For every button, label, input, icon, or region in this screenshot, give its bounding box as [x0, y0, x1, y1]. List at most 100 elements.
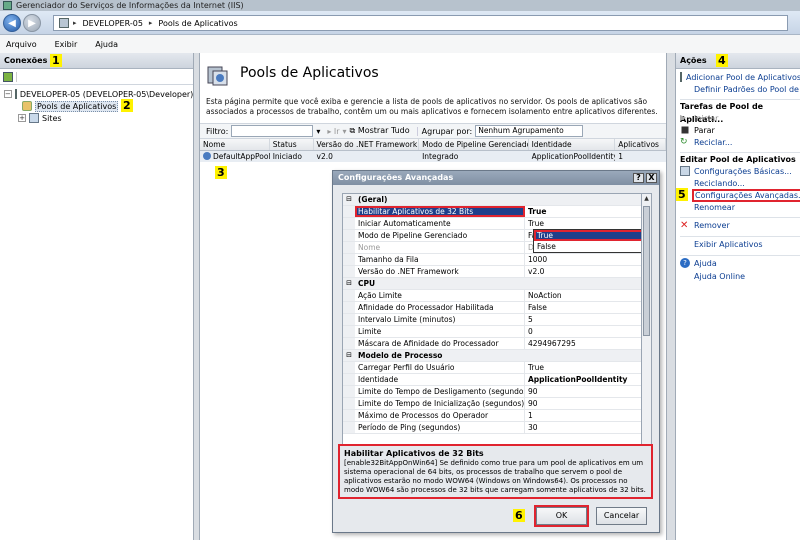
dialog-title: Configurações Avançadas [338, 173, 454, 182]
action-help-online[interactable]: Ajuda Online [680, 270, 800, 282]
expand-icon[interactable]: + [18, 114, 26, 122]
menu-ajuda[interactable]: Ajuda [93, 40, 120, 49]
back-button[interactable]: ◀ [3, 14, 21, 32]
col-status[interactable]: Status [270, 139, 314, 150]
col-pipeline[interactable]: Modo de Pipeline Gerenciado [419, 139, 529, 150]
property-row[interactable]: Máscara de Afinidade do Processador 42949… [343, 338, 641, 350]
dialog-titlebar: Configurações Avançadas ? X [333, 171, 659, 185]
action-start[interactable]: ▶ Iniciar [680, 112, 800, 124]
property-value[interactable]: v2.0 [525, 266, 641, 277]
property-row[interactable]: Limite do Tempo de Inicialização (segund… [343, 398, 641, 410]
scroll-up-icon[interactable]: ▲ [642, 194, 651, 204]
row-gutter [343, 398, 355, 409]
collapse-icon[interactable]: ⊟ [343, 278, 355, 289]
action-set-defaults[interactable]: Definir Padrões do Pool de Aplic... [680, 83, 800, 95]
property-row[interactable]: Identidade ApplicationPoolIdentity [343, 374, 641, 386]
connect-icon[interactable] [3, 71, 13, 82]
col-identity[interactable]: Identidade [529, 139, 616, 150]
property-category[interactable]: ⊟ (Geral) [343, 194, 641, 206]
property-category[interactable]: ⊟ CPU [343, 278, 641, 290]
go-button[interactable]: ▸ Ir [327, 127, 339, 136]
property-row[interactable]: Habilitar Aplicativos de 32 Bits True [343, 206, 641, 218]
dialog-close-button[interactable]: X [646, 173, 657, 183]
property-value[interactable]: 5 [525, 314, 641, 325]
ok-button[interactable]: OK [534, 505, 589, 527]
action-view-apps[interactable]: Exibir Aplicativos [680, 236, 800, 251]
property-row[interactable]: Limite 0 [343, 326, 641, 338]
property-value[interactable]: ApplicationPoolIdentity [525, 374, 641, 385]
action-help[interactable]: ? Ajuda [680, 255, 800, 270]
property-row[interactable]: Limite do Tempo de Desligamento (segundo… [343, 386, 641, 398]
menu-exibir[interactable]: Exibir [53, 40, 80, 49]
collapse-icon[interactable]: ⊟ [343, 350, 355, 361]
property-name: Iniciar Automaticamente [355, 218, 525, 229]
property-value[interactable]: 90 [525, 386, 641, 397]
page-title: Pools de Aplicativos [240, 65, 379, 81]
property-row[interactable]: Versão do .NET Framework v2.0 [343, 266, 641, 278]
go-dropdown-icon[interactable]: ▾ [343, 127, 347, 136]
breadcrumb-server[interactable]: DEVELOPER-05 [83, 19, 143, 28]
property-value[interactable]: 90 [525, 398, 641, 409]
col-apps[interactable]: Aplicativos [615, 139, 666, 150]
action-basic-settings[interactable]: Configurações Básicas... [680, 165, 800, 177]
property-value[interactable]: NoAction [525, 290, 641, 301]
tree-node-sites[interactable]: + Sites [4, 112, 193, 124]
property-value[interactable]: True [525, 206, 641, 217]
property-grid-scrollbar[interactable]: ▲ ▼ [642, 193, 652, 461]
action-rename[interactable]: Renomear [680, 201, 800, 213]
address-bar[interactable]: ▸ DEVELOPER-05 ▸ Pools de Aplicativos [53, 15, 788, 31]
action-recycle[interactable]: ↻ Reciclar... [680, 136, 800, 148]
actions-header: Ações 4 [676, 53, 800, 69]
filter-dropdown-icon[interactable]: ▾ [316, 127, 324, 136]
tree-pools-label: Pools de Aplicativos [35, 100, 119, 112]
action-advanced-settings[interactable]: Configurações Avançadas... 5 [676, 188, 800, 202]
action-add-pool[interactable]: Adicionar Pool de Aplicativos... [680, 71, 800, 83]
property-category[interactable]: ⊟ Modelo de Processo [343, 350, 641, 362]
help-icon: ? [680, 258, 690, 268]
property-row[interactable]: Máximo de Processos do Operador 1 [343, 410, 641, 422]
step-badge-2: 2 [121, 99, 133, 112]
breadcrumb-pools[interactable]: Pools de Aplicativos [158, 19, 237, 28]
cell-identity: ApplicationPoolIdentity [531, 152, 616, 161]
action-remove[interactable]: ✕ Remover [680, 217, 800, 232]
tree-node-pools[interactable]: Pools de Aplicativos 2 [4, 99, 193, 112]
collapse-icon[interactable]: − [4, 90, 12, 98]
property-row[interactable]: Afinidade do Processador Habilitada False [343, 302, 641, 314]
row-gutter [343, 374, 355, 385]
property-row[interactable]: Ação Limite NoAction [343, 290, 641, 302]
scroll-thumb[interactable] [643, 206, 650, 336]
property-name: Carregar Perfil do Usuário [355, 362, 525, 373]
property-value[interactable]: True [525, 218, 641, 229]
filter-input[interactable] [231, 125, 314, 137]
action-stop[interactable]: Parar [680, 124, 800, 136]
row-gutter [343, 242, 355, 253]
dialog-help-button[interactable]: ? [633, 173, 644, 183]
forward-button[interactable]: ▶ [23, 14, 41, 32]
show-all-button[interactable]: ⧉ Mostrar Tudo [350, 126, 410, 136]
property-row[interactable]: Tamanho da Fila 1000 [343, 254, 641, 266]
property-row[interactable]: Intervalo Limite (minutos) 5 [343, 314, 641, 326]
action-recycling[interactable]: Reciclando... [680, 177, 800, 189]
property-row[interactable]: Carregar Perfil do Usuário True [343, 362, 641, 374]
property-value[interactable]: 30 [525, 422, 641, 433]
property-value[interactable]: 1 [525, 410, 641, 421]
property-value[interactable]: 0 [525, 326, 641, 337]
property-grid[interactable]: ⊟ (Geral) Habilitar Aplicativos de 32 Bits… [342, 193, 642, 461]
property-value[interactable]: True [525, 362, 641, 373]
cancel-button[interactable]: Cancelar [596, 507, 647, 525]
table-row[interactable]: DefaultAppPool Iniciado v2.0 Integrado A… [200, 151, 666, 162]
add-pool-icon [680, 72, 682, 82]
property-value[interactable]: 1000 [525, 254, 641, 265]
property-value[interactable]: 4294967295 [525, 338, 641, 349]
menu-arquivo[interactable]: Arquivo [4, 40, 39, 49]
property-row[interactable]: Período de Ping (segundos) 30 [343, 422, 641, 434]
value-dropdown-list[interactable]: True False [533, 229, 641, 253]
collapse-icon[interactable]: ⊟ [343, 194, 355, 205]
col-nome[interactable]: Nome [200, 139, 270, 150]
tree-node-server[interactable]: − DEVELOPER-05 (DEVELOPER-05\Developer) [4, 88, 193, 100]
group-by-select[interactable]: Nenhum Agrupamento [475, 125, 584, 137]
dropdown-option[interactable]: True [534, 230, 641, 241]
col-dotnet[interactable]: Versão do .NET Framework [314, 139, 420, 150]
dropdown-option[interactable]: False [534, 241, 641, 252]
property-value[interactable]: False [525, 302, 641, 313]
